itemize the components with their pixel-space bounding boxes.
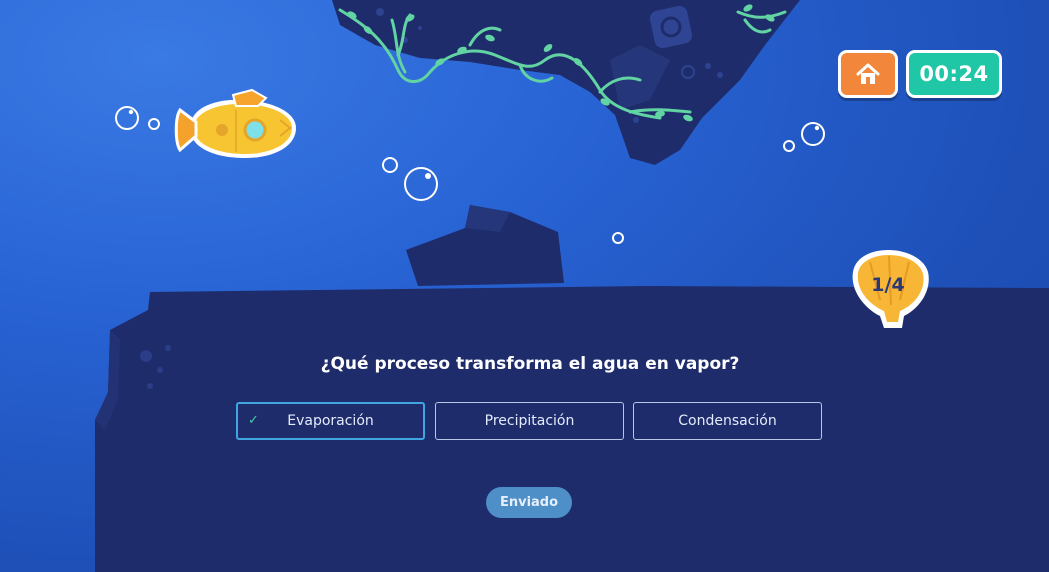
check-icon: ✓ xyxy=(248,413,259,428)
game-stage: 00:24 1/4 ¿Qué proceso transforma el agu… xyxy=(0,0,1049,572)
answer-option-label: Precipitación xyxy=(484,413,575,429)
submit-button[interactable]: Enviado xyxy=(486,487,572,518)
submarine-icon xyxy=(174,88,296,158)
timer-display: 00:24 xyxy=(906,50,1002,98)
answer-option-label: Condensación xyxy=(678,413,777,429)
answer-option-condensacion[interactable]: Condensación xyxy=(633,402,822,440)
answer-option-label: Evaporación xyxy=(287,413,374,429)
progress-counter: 1/4 xyxy=(871,274,905,296)
home-button[interactable] xyxy=(838,50,898,98)
answer-option-precipitacion[interactable]: Precipitación xyxy=(435,402,624,440)
home-icon xyxy=(856,63,880,84)
quiz-question: ¿Qué proceso transforma el agua en vapor… xyxy=(320,354,740,374)
answer-option-evaporacion[interactable]: ✓ Evaporación xyxy=(236,402,425,440)
floating-rock xyxy=(332,0,800,165)
